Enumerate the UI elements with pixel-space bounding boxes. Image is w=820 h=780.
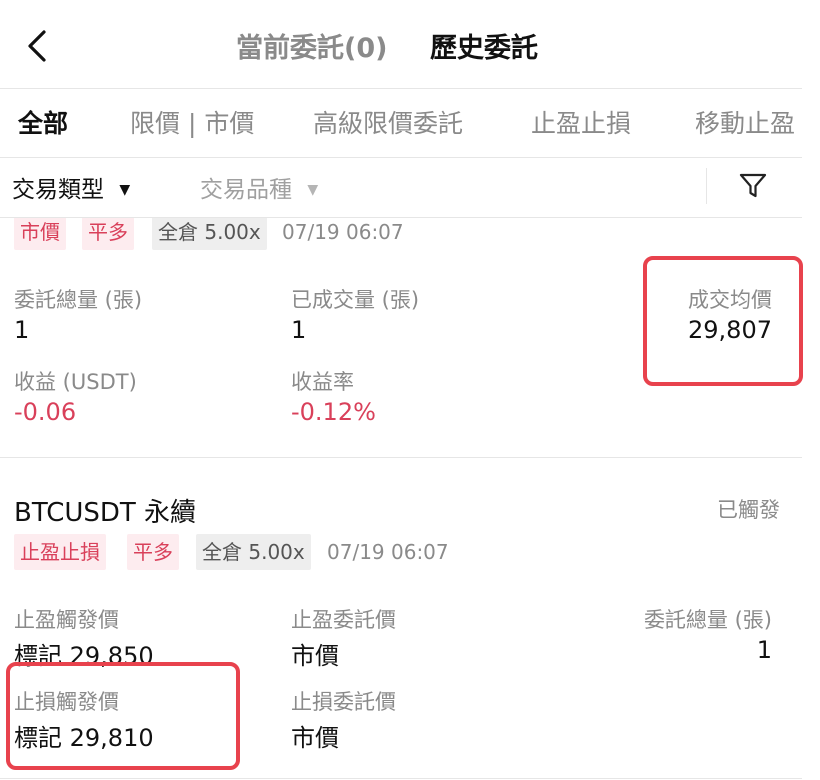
divider: [0, 157, 802, 158]
total-qty-label: 委託總量 (張): [14, 288, 143, 312]
total-qty-label: 委託總量 (張): [643, 608, 772, 632]
divider: [0, 457, 802, 458]
subtab-limit-market[interactable]: 限價 | 市價: [130, 104, 254, 140]
trade-product-label: 交易品種: [200, 177, 292, 203]
total-qty-value: 1: [14, 316, 30, 344]
subtab-tp-sl[interactable]: 止盈止損: [531, 104, 631, 140]
tp-order-price-label: 止盈委託價: [291, 608, 396, 632]
order-type-tag: 市價: [14, 218, 66, 250]
margin-leverage-tag: 全倉 5.00x: [196, 534, 311, 570]
caret-down-icon: ▼: [119, 182, 131, 198]
order-time: 07/19 06:07: [327, 540, 449, 564]
order-type-tag: 止盈止損: [14, 534, 106, 570]
filter-icon: [739, 173, 767, 198]
margin-leverage-tag: 全倉 5.00x: [152, 218, 267, 250]
divider: [0, 778, 802, 779]
pnl-rate-label: 收益率: [291, 370, 354, 394]
order-time: 07/19 06:07: [282, 220, 404, 244]
order-status: 已觸發: [717, 498, 780, 522]
sl-order-price-label: 止損委託價: [291, 690, 396, 714]
tab-current-orders[interactable]: 當前委託(0): [236, 26, 387, 65]
pnl-value: -0.06: [14, 398, 77, 426]
filled-qty-value: 1: [291, 316, 307, 344]
pnl-rate-value: -0.12%: [291, 398, 376, 426]
filter-button[interactable]: [738, 171, 768, 205]
caret-down-icon: ▼: [307, 182, 319, 198]
tp-trigger-label: 止盈觸發價: [14, 608, 119, 632]
symbol-title: BTCUSDT 永續: [14, 498, 197, 528]
highlight-box: [643, 256, 803, 386]
back-button[interactable]: [22, 26, 54, 66]
side-tag: 平多: [82, 218, 134, 250]
sl-order-price-value: 市價: [291, 724, 339, 752]
divider: [0, 88, 802, 89]
total-qty-value: 1: [756, 636, 772, 664]
trade-type-dropdown[interactable]: 交易類型 ▼: [12, 170, 130, 204]
chevron-left-icon: [28, 30, 46, 62]
trade-type-label: 交易類型: [12, 177, 104, 203]
trade-product-dropdown[interactable]: 交易品種 ▼: [200, 170, 318, 204]
side-tag: 平多: [127, 534, 179, 570]
highlight-box: [6, 662, 240, 770]
tp-order-price-value: 市價: [291, 642, 339, 670]
pnl-label: 收益 (USDT): [14, 370, 137, 394]
subtab-all[interactable]: 全部: [18, 104, 68, 140]
subtab-trailing-stop[interactable]: 移動止盈: [695, 104, 802, 140]
subtab-advanced-limit[interactable]: 高級限價委託: [313, 104, 463, 140]
tab-history-orders[interactable]: 歷史委託: [430, 26, 538, 65]
filter-separator: [706, 168, 707, 204]
filled-qty-label: 已成交量 (張): [291, 288, 420, 312]
